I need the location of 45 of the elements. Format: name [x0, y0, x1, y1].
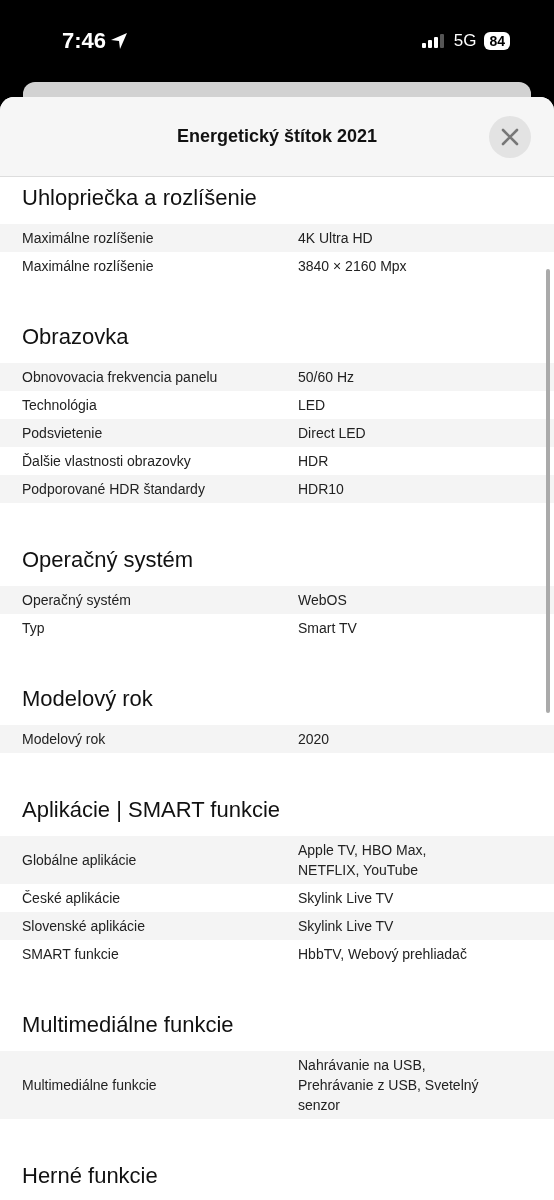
spec-value: 3840 × 2160 Mpx [298, 257, 407, 276]
spec-label: Modelový rok [21, 730, 107, 749]
spec-value: 4K Ultra HD [298, 229, 373, 248]
section-heading: Obrazovka [22, 324, 130, 350]
spec-value: Direct LED [298, 424, 366, 443]
spec-value: HDR [298, 452, 329, 471]
close-button[interactable] [489, 116, 531, 158]
signal-icon [421, 34, 446, 48]
spec-label: Obnovovacia frekvencia panelu [21, 368, 219, 387]
spec-label: Podsvietenie [21, 424, 104, 443]
close-icon [501, 128, 519, 146]
spec-value: Skylink Live TV [298, 889, 394, 908]
spec-value: HbbTV, Webový prehliadač [298, 945, 467, 964]
spec-value: WebOS [298, 591, 347, 610]
spec-label: Maximálne rozlíšenie [21, 229, 155, 248]
spec-label: Typ [21, 619, 46, 638]
spec-label: Multimediálne funkcie [21, 1076, 158, 1095]
spec-value: 50/60 Hz [298, 368, 355, 387]
spec-label: SMART funkcie [21, 945, 120, 964]
spec-label: Slovenské aplikácie [21, 917, 146, 936]
spec-value: Nahrávanie na USB, Prehrávanie z USB, Svetelný senzor [298, 1056, 479, 1115]
spec-label: Technológia [21, 396, 98, 415]
spec-label: Podporované HDR štandardy [21, 480, 206, 499]
spec-label: Ďalšie vlastnosti obrazovky [21, 452, 192, 471]
spec-label: Globálne aplikácie [21, 851, 138, 870]
network-type: 5G [453, 31, 477, 51]
spec-value: HDR10 [298, 480, 344, 499]
battery-level: 84 [484, 32, 510, 50]
section-heading: Uhlopriečka a rozlíšenie [22, 185, 258, 211]
status-time: 7:46 [62, 28, 107, 54]
section-heading: Aplikácie | SMART funkcie [22, 797, 281, 823]
spec-label: Operačný systém [21, 591, 132, 610]
section-heading: Modelový rok [22, 686, 154, 712]
spec-value: 2020 [298, 730, 330, 749]
spec-value: Smart TV [298, 619, 357, 638]
spec-value: LED [298, 396, 326, 415]
section-heading: Herné funkcie [22, 1163, 159, 1189]
spec-label: Maximálne rozlíšenie [21, 257, 155, 276]
section-heading: Multimediálne funkcie [22, 1012, 235, 1038]
spec-value: Apple TV, HBO Max, NETFLIX, YouTube [298, 841, 427, 880]
spec-value: Skylink Live TV [298, 917, 394, 936]
location-arrow-icon [110, 32, 129, 50]
spec-label: České aplikácie [21, 889, 122, 908]
section-heading: Operačný systém [22, 547, 195, 573]
sheet-title: Energetický štítok 2021 [176, 126, 378, 147]
